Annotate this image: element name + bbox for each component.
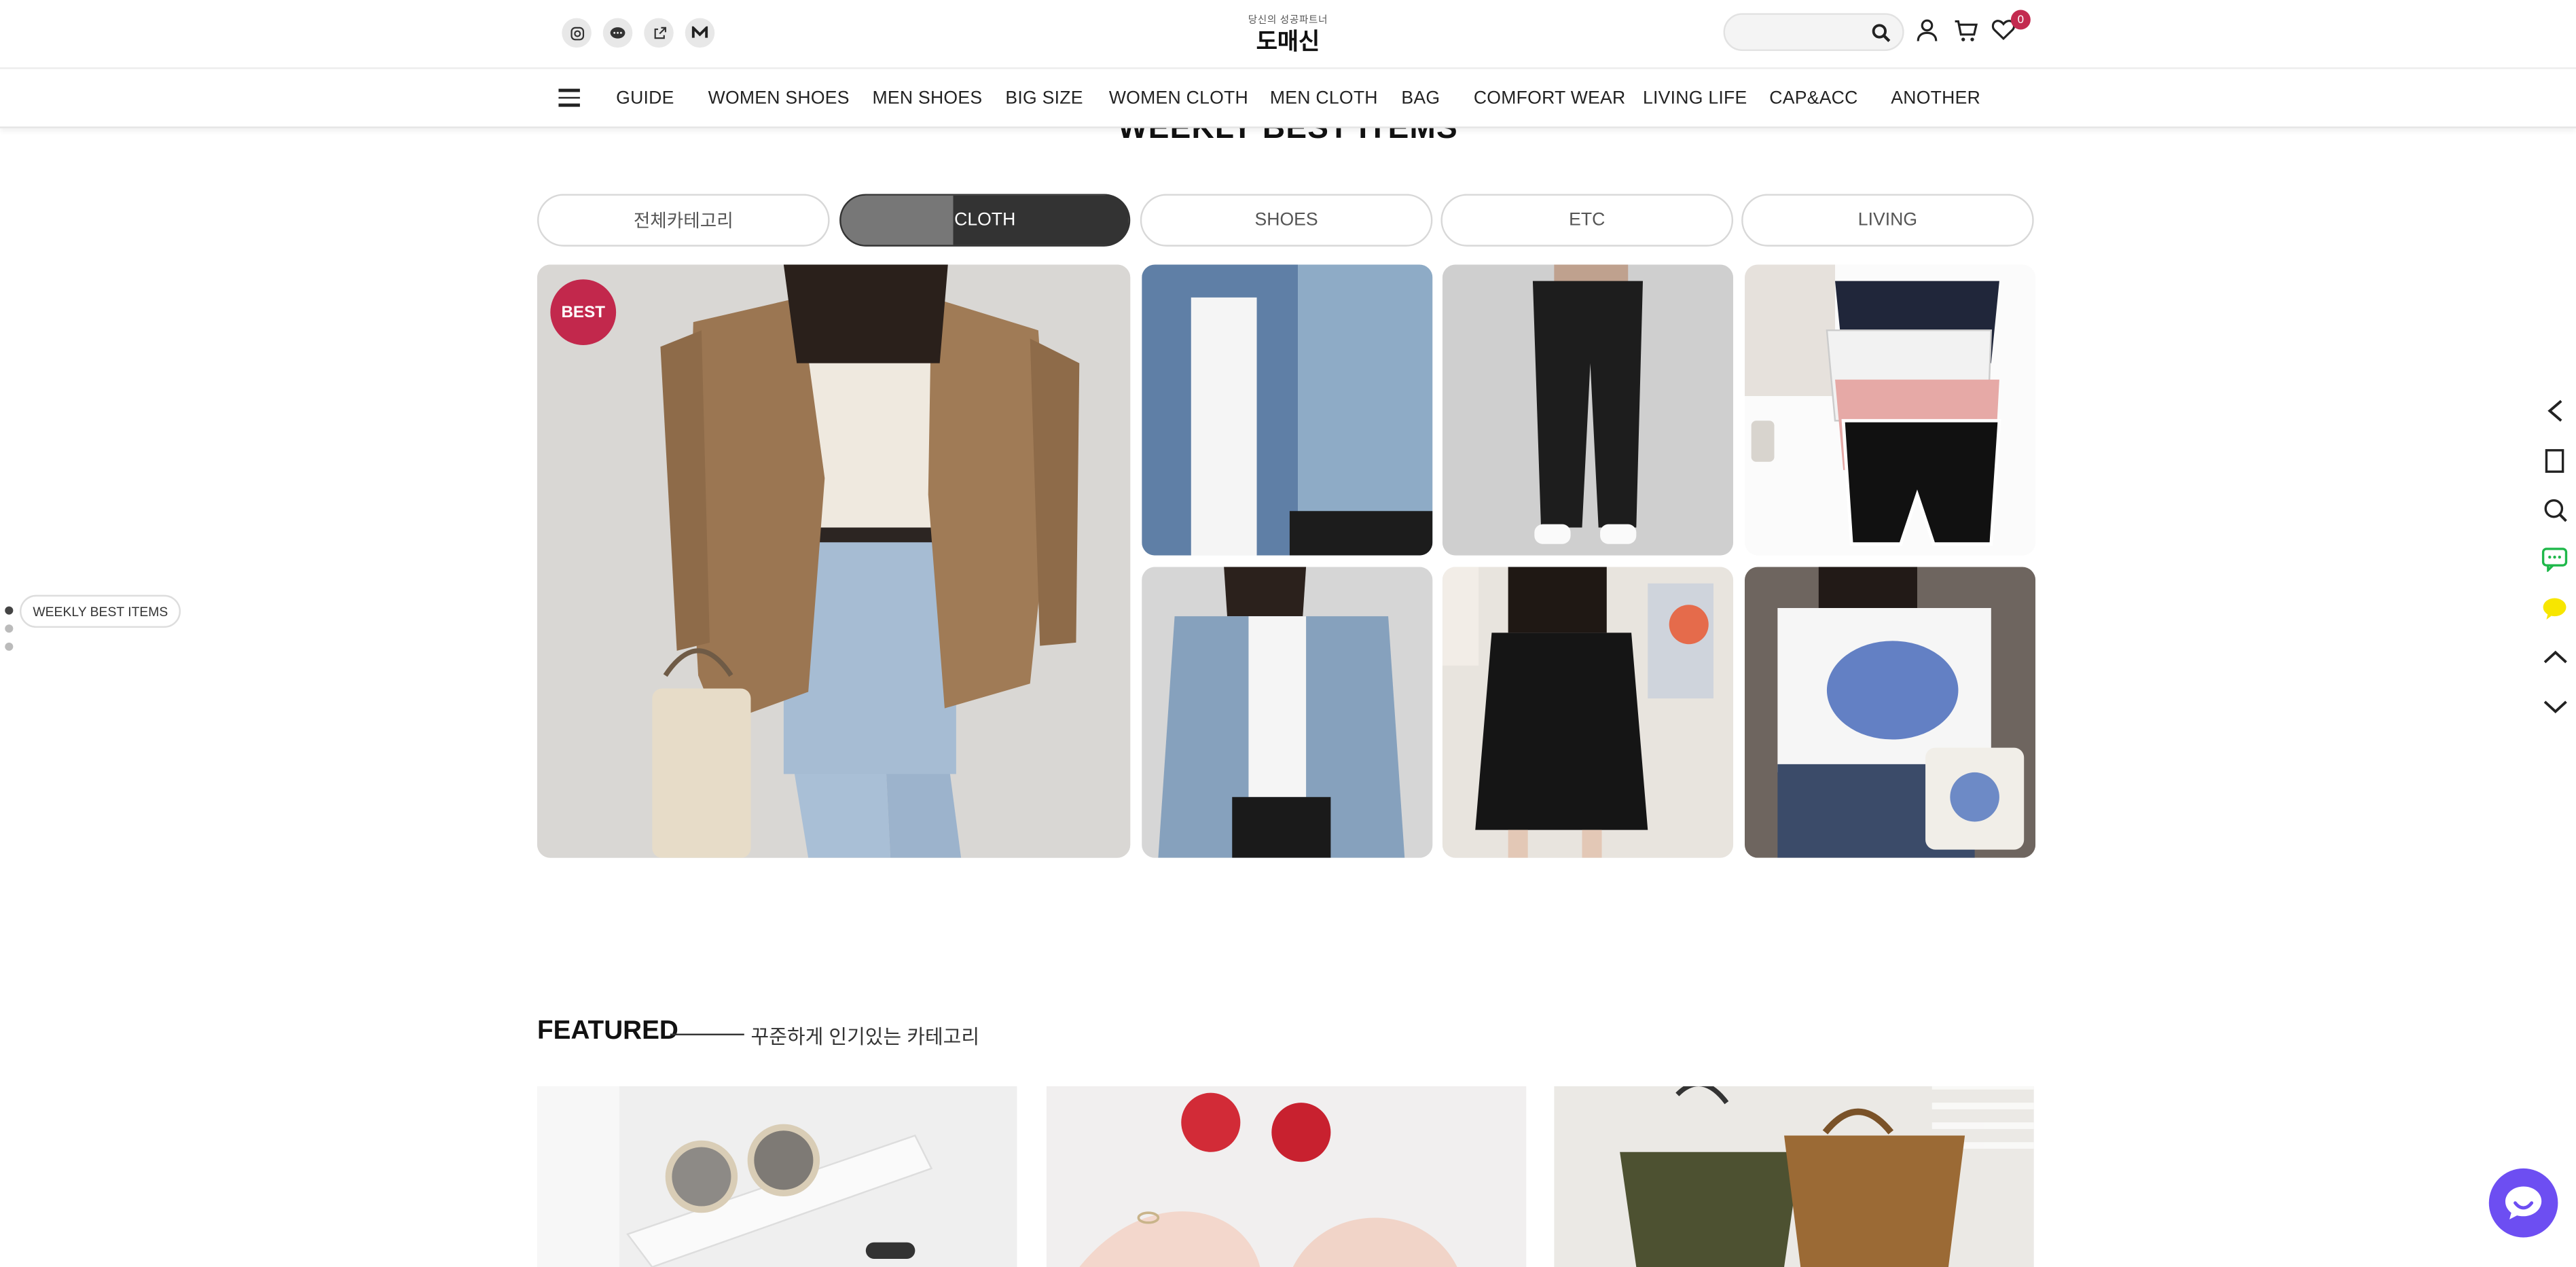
nav-comfort-wear[interactable]: COMFORT WEAR xyxy=(1474,89,1626,109)
search-icon[interactable] xyxy=(1871,21,1891,51)
logo-name: 도매신 xyxy=(1256,28,1320,54)
product-image xyxy=(1744,264,2036,556)
nav-guide[interactable]: GUIDE xyxy=(616,89,674,109)
instagram-icon[interactable] xyxy=(562,18,592,48)
share-icon[interactable] xyxy=(644,18,674,48)
pager-dot[interactable] xyxy=(5,624,14,633)
chevron-up-icon[interactable] xyxy=(2538,641,2571,673)
product-image xyxy=(1442,567,1734,858)
header-icons xyxy=(1916,18,2016,43)
nav-living-life[interactable]: LIVING LIFE xyxy=(1643,89,1747,109)
kakao-talk-icon[interactable] xyxy=(2538,592,2571,624)
product-image xyxy=(1442,264,1734,556)
best-badge: BEST xyxy=(550,279,617,345)
featured-card-jewelry[interactable] xyxy=(1046,1086,1527,1267)
product-tile-blazer[interactable]: BEST xyxy=(537,264,1131,858)
featured-subtitle: 꾸준하게 인기있는 카테고리 xyxy=(750,1025,980,1049)
blog-icon[interactable] xyxy=(685,18,715,48)
section-pager xyxy=(5,606,14,661)
search-icon[interactable] xyxy=(2538,493,2571,526)
product-tile-graphic-tee[interactable] xyxy=(1744,567,2036,858)
cart-count-badge: 0 xyxy=(2010,10,2031,30)
nav-women-cloth[interactable]: WOMEN CLOTH xyxy=(1109,89,1248,109)
nav-cap-acc[interactable]: CAP&ACC xyxy=(1769,89,1857,109)
nav-another[interactable]: ANOTHER xyxy=(1891,89,1980,109)
featured-card-accessories[interactable] xyxy=(537,1086,1017,1267)
tab-living[interactable]: LIVING xyxy=(1741,194,2034,247)
quick-menu xyxy=(2538,395,2571,740)
pager-dot[interactable] xyxy=(5,642,14,651)
pager-label: WEEKLY BEST ITEMS xyxy=(20,594,181,628)
product-tile-blue-shirt[interactable] xyxy=(1142,567,1433,858)
product-image xyxy=(1142,264,1433,556)
pager-dot[interactable] xyxy=(5,606,14,615)
product-tile-black-dress[interactable] xyxy=(1442,567,1734,858)
featured-divider xyxy=(670,1033,744,1035)
top-header: 당신의 성공파트너 도매신 0 xyxy=(0,0,2576,69)
cart-icon[interactable] xyxy=(1953,18,1978,43)
recent-view-icon[interactable] xyxy=(2538,444,2571,476)
featured-image xyxy=(1046,1086,1527,1267)
tab-etc[interactable]: ETC xyxy=(1440,194,1734,247)
product-image xyxy=(1744,567,2036,858)
product-tile-black-pants[interactable] xyxy=(1442,264,1734,556)
line-chat-icon[interactable] xyxy=(2538,542,2571,575)
nav-big-size[interactable]: BIG SIZE xyxy=(1005,89,1083,109)
chevron-left-icon[interactable] xyxy=(2538,395,2571,427)
social-links xyxy=(562,18,715,48)
nav-bag[interactable]: BAG xyxy=(1401,89,1440,109)
tab-cloth[interactable]: CLOTH xyxy=(839,194,1131,247)
featured-title: FEATURED xyxy=(537,1017,678,1046)
tab-all-category[interactable]: 전체카테고리 xyxy=(537,194,830,247)
talk-icon[interactable] xyxy=(602,18,633,48)
product-tile-denim-shirt[interactable] xyxy=(1142,264,1433,556)
chat-icon xyxy=(2505,1186,2542,1219)
tab-shoes[interactable]: SHOES xyxy=(1140,194,1433,247)
menu-icon[interactable] xyxy=(558,88,580,107)
chat-launcher-button[interactable] xyxy=(2488,1168,2558,1238)
search-input[interactable] xyxy=(1723,13,1904,51)
featured-image xyxy=(537,1086,1017,1267)
chevron-down-icon[interactable] xyxy=(2538,690,2571,723)
category-nav: GUIDE WOMEN SHOES MEN SHOES BIG SIZE WOM… xyxy=(0,71,2576,128)
product-tile-shorts[interactable] xyxy=(1744,264,2036,556)
product-image xyxy=(537,264,1131,858)
nav-men-shoes[interactable]: MEN SHOES xyxy=(872,89,982,109)
featured-image xyxy=(1554,1086,2034,1267)
site-logo[interactable]: 당신의 성공파트너 도매신 xyxy=(1219,12,1357,58)
nav-women-shoes[interactable]: WOMEN SHOES xyxy=(708,89,850,109)
featured-card-bags[interactable] xyxy=(1554,1086,2034,1267)
user-icon[interactable] xyxy=(1916,18,1940,43)
product-image xyxy=(1142,567,1433,858)
nav-men-cloth[interactable]: MEN CLOTH xyxy=(1270,89,1378,109)
